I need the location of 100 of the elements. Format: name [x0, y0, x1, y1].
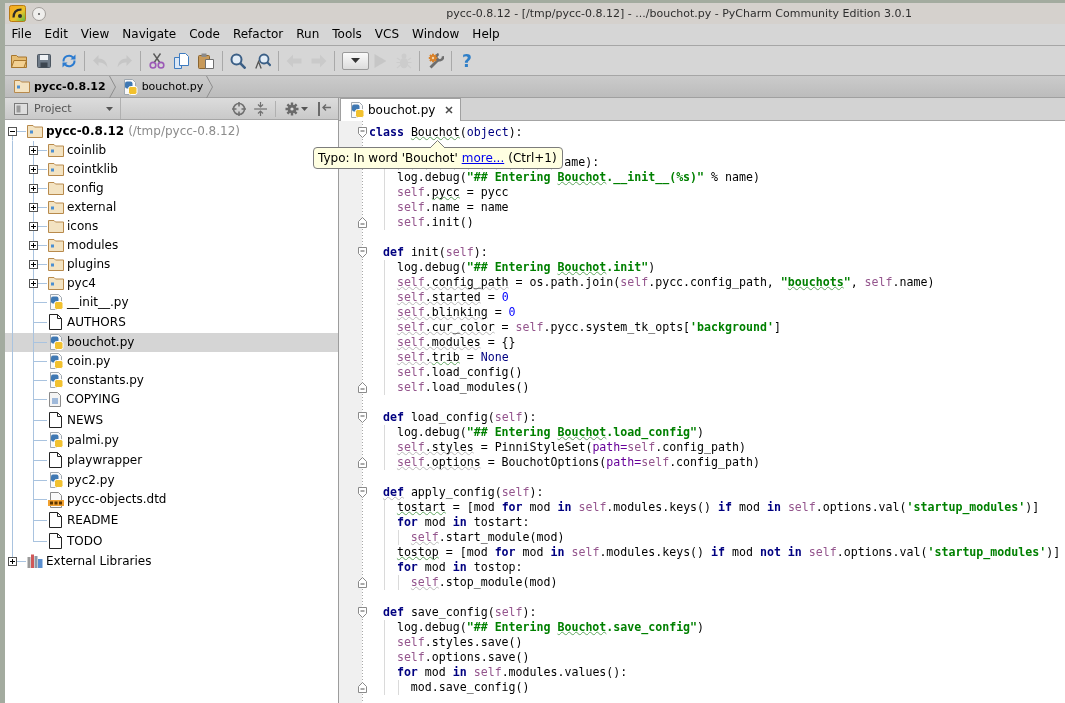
menu-item[interactable]: Edit	[38, 27, 75, 42]
caret-icon[interactable]	[301, 106, 308, 111]
search-replace-icon[interactable]	[254, 52, 271, 69]
python-file-icon	[48, 432, 64, 448]
tree-item[interactable]: README	[5, 509, 119, 531]
fold-icon[interactable]	[358, 486, 367, 498]
code-line: self.modules = {}	[396, 334, 516, 350]
expand-icon[interactable]	[29, 259, 38, 269]
code-line: self.started = 0	[396, 289, 509, 305]
fold-end-icon[interactable]	[358, 681, 367, 693]
code-line: log.debug("## Entering Bouchot.__init__(%s)" % name)	[396, 169, 760, 185]
hide-icon[interactable]	[318, 101, 331, 116]
tree-item[interactable]: COPYING	[5, 389, 120, 410]
python-file-icon	[48, 353, 64, 369]
fold-end-icon[interactable]	[358, 381, 367, 393]
tree-item[interactable]: modules	[5, 235, 119, 255]
tree-item[interactable]: AUTHORS	[5, 311, 126, 333]
tree-item[interactable]: config	[5, 178, 104, 198]
python-file-icon	[48, 294, 64, 310]
tree-item[interactable]: plugins	[5, 254, 111, 274]
expand-icon[interactable]	[8, 556, 17, 566]
tree-item[interactable]: cointklib	[5, 159, 118, 179]
menu-item[interactable]: VCS	[368, 27, 406, 42]
package-folder-icon	[14, 80, 30, 93]
package-folder-icon	[48, 238, 64, 252]
tree-item[interactable]: bouchot.py	[5, 332, 338, 352]
fold-icon[interactable]	[358, 126, 367, 138]
menu-item[interactable]: Navigate	[115, 27, 183, 42]
search-icon[interactable]	[229, 52, 246, 69]
menu-item[interactable]: Window	[405, 27, 466, 42]
code-line: def apply_config(self):	[382, 484, 544, 500]
more-link[interactable]: more...	[461, 150, 505, 166]
tree-item[interactable]: constants.py	[5, 370, 144, 390]
menu-item[interactable]: Help	[465, 27, 507, 42]
expand-icon[interactable]	[29, 145, 38, 155]
save-icon[interactable]	[36, 52, 53, 69]
menu-item[interactable]: Code	[182, 27, 227, 42]
folder-icon[interactable]	[11, 53, 28, 68]
run-config-dropdown[interactable]	[341, 51, 369, 70]
collapse-all-icon[interactable]	[254, 101, 267, 116]
menu-item[interactable]: File	[5, 27, 39, 42]
code-line: log.debug("## Entering Bouchot.load_config")	[396, 424, 705, 440]
menu-item[interactable]: Tools	[325, 27, 369, 42]
file-icon	[49, 512, 62, 528]
fold-end-icon[interactable]	[358, 216, 367, 228]
tree-item[interactable]: TODO	[5, 530, 103, 552]
fold-icon[interactable]	[358, 246, 367, 258]
books-icon	[27, 554, 43, 568]
package-folder-icon	[48, 257, 64, 271]
breadcrumb[interactable]: pycc-0.8.12	[14, 79, 106, 94]
folder-icon	[48, 181, 64, 195]
tree-item[interactable]: icons	[5, 216, 99, 236]
menu-item[interactable]: Run	[289, 27, 326, 42]
collapse-icon[interactable]	[8, 126, 17, 136]
tree-item[interactable]: __init__.py	[5, 292, 129, 312]
sync-icon[interactable]	[60, 52, 77, 69]
tree-item[interactable]: palmi.py	[5, 430, 119, 450]
tree-item[interactable]: external	[5, 197, 117, 217]
package-folder-icon	[48, 143, 64, 157]
tree-item[interactable]: playwrapper	[5, 449, 143, 471]
scissors-icon[interactable]	[148, 52, 165, 69]
editor-tab[interactable]: bouchot.py	[340, 98, 462, 121]
copy-icon[interactable]	[173, 52, 190, 69]
panel-icon	[14, 102, 28, 115]
menu-item[interactable]: Refactor	[226, 27, 290, 42]
tree-item[interactable]: pycc-0.8.12 (/tmp/pycc-0.8.12)	[5, 121, 240, 141]
package-folder-icon	[27, 124, 43, 138]
fold-end-icon[interactable]	[358, 456, 367, 468]
code-line: self.start_module(mod)	[410, 529, 565, 545]
tree-item[interactable]: pycc-objects.dtd	[5, 489, 167, 510]
code-line: class Bouchot(object):	[369, 124, 523, 140]
fold-icon[interactable]	[358, 411, 367, 423]
tree-item[interactable]: coinlib	[5, 140, 107, 160]
expand-icon[interactable]	[29, 278, 38, 288]
fold-end-icon[interactable]	[358, 576, 367, 588]
tooltip-text: Typo: In word 'Bouchot'	[318, 150, 458, 166]
tree-item[interactable]: pyc2.py	[5, 470, 115, 490]
menu-item[interactable]: View	[74, 27, 116, 42]
close-icon[interactable]	[445, 106, 454, 114]
expand-icon[interactable]	[29, 240, 38, 250]
wrench-gear-icon[interactable]	[427, 52, 444, 69]
expand-icon[interactable]	[29, 221, 38, 231]
code-line: self.pycc = pycc	[396, 184, 509, 200]
clipboard-icon[interactable]	[198, 52, 215, 69]
tree-item[interactable]: NEWS	[5, 409, 104, 431]
expand-icon[interactable]	[29, 164, 38, 174]
code-line: tostart = [mod for mod in self.modules.keys() if mod in self.options.val('startup_modules')]	[396, 499, 1040, 515]
window-menu-icon[interactable]	[32, 6, 46, 21]
tree-item[interactable]: coin.py	[5, 351, 111, 371]
code-line: self.styles = PinniStyleSet(path=self.config_path)	[396, 439, 746, 455]
settings-icon[interactable]	[285, 101, 299, 116]
code-line: self.init()	[396, 214, 474, 230]
tree-item[interactable]: External Libraries	[5, 551, 152, 571]
code-line: mod.save_config()	[410, 679, 530, 695]
tree-item[interactable]: pyc4	[5, 273, 96, 293]
fold-icon[interactable]	[358, 606, 367, 618]
locate-icon[interactable]	[232, 101, 246, 116]
breadcrumb[interactable]: bouchot.py	[121, 78, 204, 95]
expand-icon[interactable]	[29, 183, 38, 193]
expand-icon[interactable]	[29, 202, 38, 212]
